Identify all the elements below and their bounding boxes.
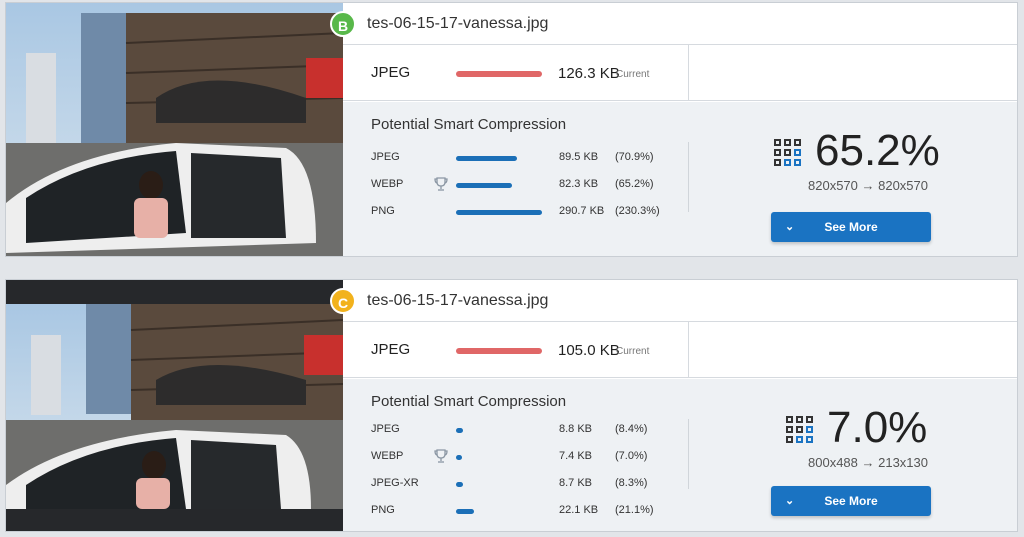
divider <box>688 45 689 101</box>
format-row-jpeg: JPEG 89.5 KB (70.9%) <box>343 148 683 168</box>
format-size: 22.1 KB <box>559 504 599 516</box>
format-row-png: PNG 22.1 KB (21.1%) <box>343 501 683 521</box>
chevron-down-icon: ⌄ <box>785 221 795 233</box>
format-size-bar <box>456 509 475 514</box>
card-badge: C <box>330 288 356 314</box>
format-size-bar <box>456 482 464 487</box>
image-thumbnail <box>6 280 343 531</box>
format-size-bar <box>456 210 542 215</box>
format-size: 290.7 KB <box>559 205 605 217</box>
card-badge: B <box>330 11 356 37</box>
see-more-label: See More <box>824 494 878 508</box>
chevron-down-icon: ⌄ <box>785 495 795 507</box>
savings-percent: 7.0% <box>827 403 928 452</box>
format-bar-track <box>456 509 542 514</box>
format-row-jpeg: JPEG 8.8 KB (8.4%) <box>343 420 683 440</box>
current-size-bar <box>456 348 542 354</box>
format-size-bar <box>456 428 464 433</box>
format-size: 89.5 KB <box>559 151 599 163</box>
format-percent: (21.1%) <box>615 504 654 516</box>
format-row-webp: WEBP 7.4 KB (7.0%) <box>343 447 683 467</box>
header-row: B tes-06-15-17-vanessa.jpg <box>330 3 1017 45</box>
dimensions: 820x570 → 820x570 <box>808 178 928 193</box>
format-name: JPEG <box>371 423 400 435</box>
format-row-jpeg-xr: JPEG-XR 8.7 KB (8.3%) <box>343 474 683 494</box>
format-name: JPEG-XR <box>371 477 419 489</box>
see-more-button[interactable]: ⌄ See More <box>771 486 931 516</box>
trophy-icon <box>433 176 449 192</box>
format-percent: (7.0%) <box>615 450 648 462</box>
format-percent: (8.3%) <box>615 477 648 489</box>
format-bar-track <box>456 482 542 487</box>
grid-icon <box>786 416 813 443</box>
current-format-row: JPEG 105.0 KB Current <box>343 322 1017 378</box>
format-bar-track <box>456 455 542 460</box>
see-more-label: See More <box>824 220 878 234</box>
format-percent: (65.2%) <box>615 178 654 190</box>
format-row-png: PNG 290.7 KB (230.3%) <box>343 202 683 222</box>
file-name: tes-06-15-17-vanessa.jpg <box>367 15 549 32</box>
current-format: JPEG <box>371 341 411 358</box>
compression-area: Potential Smart Compression JPEG 89.5 KB (… <box>343 102 1017 256</box>
divider <box>688 322 689 378</box>
current-size: 105.0 KB <box>558 342 620 359</box>
format-bar-track <box>456 156 542 161</box>
format-bar-track <box>456 183 542 188</box>
format-name: PNG <box>371 504 395 516</box>
result-line: 7.0% <box>743 403 993 453</box>
format-size-bar <box>456 156 517 161</box>
current-tag: Current <box>616 69 650 80</box>
format-percent: (70.9%) <box>615 151 654 163</box>
compression-area: Potential Smart Compression JPEG 8.8 KB (8… <box>343 379 1017 531</box>
format-name: WEBP <box>371 178 404 190</box>
current-tag: Current <box>616 346 650 357</box>
savings-percent: 65.2% <box>815 126 940 175</box>
compression-panel: C tes-06-15-17-vanessa.jpg JPEG 105.0 KB… <box>330 280 1017 531</box>
format-size: 8.8 KB <box>559 423 593 435</box>
compression-title: Potential Smart Compression <box>371 116 567 133</box>
format-size-bar <box>456 455 463 460</box>
image-card-c: C tes-06-15-17-vanessa.jpg JPEG 105.0 KB… <box>5 279 1018 532</box>
current-size: 126.3 KB <box>558 65 620 82</box>
dimensions: 800x488 → 213x130 <box>808 455 928 470</box>
grid-icon <box>774 139 801 166</box>
file-name: tes-06-15-17-vanessa.jpg <box>367 292 549 309</box>
format-size-bar <box>456 183 513 188</box>
format-name: PNG <box>371 205 395 217</box>
image-card-b: B tes-06-15-17-vanessa.jpg JPEG 126.3 KB… <box>5 2 1018 257</box>
trophy-icon <box>433 448 449 464</box>
format-name: JPEG <box>371 151 400 163</box>
current-size-bar <box>456 71 542 77</box>
compression-title: Potential Smart Compression <box>371 393 567 410</box>
format-size: 7.4 KB <box>559 450 593 462</box>
result-line: 65.2% <box>743 126 993 176</box>
format-bar-track <box>456 210 542 215</box>
format-percent: (8.4%) <box>615 423 648 435</box>
current-format-row: JPEG 126.3 KB Current <box>343 45 1017 101</box>
see-more-button[interactable]: ⌄ See More <box>771 212 931 242</box>
divider <box>688 142 689 212</box>
compression-panel: B tes-06-15-17-vanessa.jpg JPEG 126.3 KB… <box>330 3 1017 256</box>
format-size: 82.3 KB <box>559 178 599 190</box>
format-name: WEBP <box>371 450 404 462</box>
result-summary: 65.2% 820x570 → 820x570 <box>743 126 993 193</box>
result-summary: 7.0% 800x488 → 213x130 <box>743 403 993 470</box>
format-bar-track <box>456 428 542 433</box>
header-row: C tes-06-15-17-vanessa.jpg <box>330 280 1017 322</box>
format-size: 8.7 KB <box>559 477 593 489</box>
image-thumbnail <box>6 3 343 256</box>
format-percent: (230.3%) <box>615 205 660 217</box>
current-format: JPEG <box>371 64 411 81</box>
divider <box>688 419 689 489</box>
format-row-webp: WEBP 82.3 KB (65.2%) <box>343 175 683 195</box>
